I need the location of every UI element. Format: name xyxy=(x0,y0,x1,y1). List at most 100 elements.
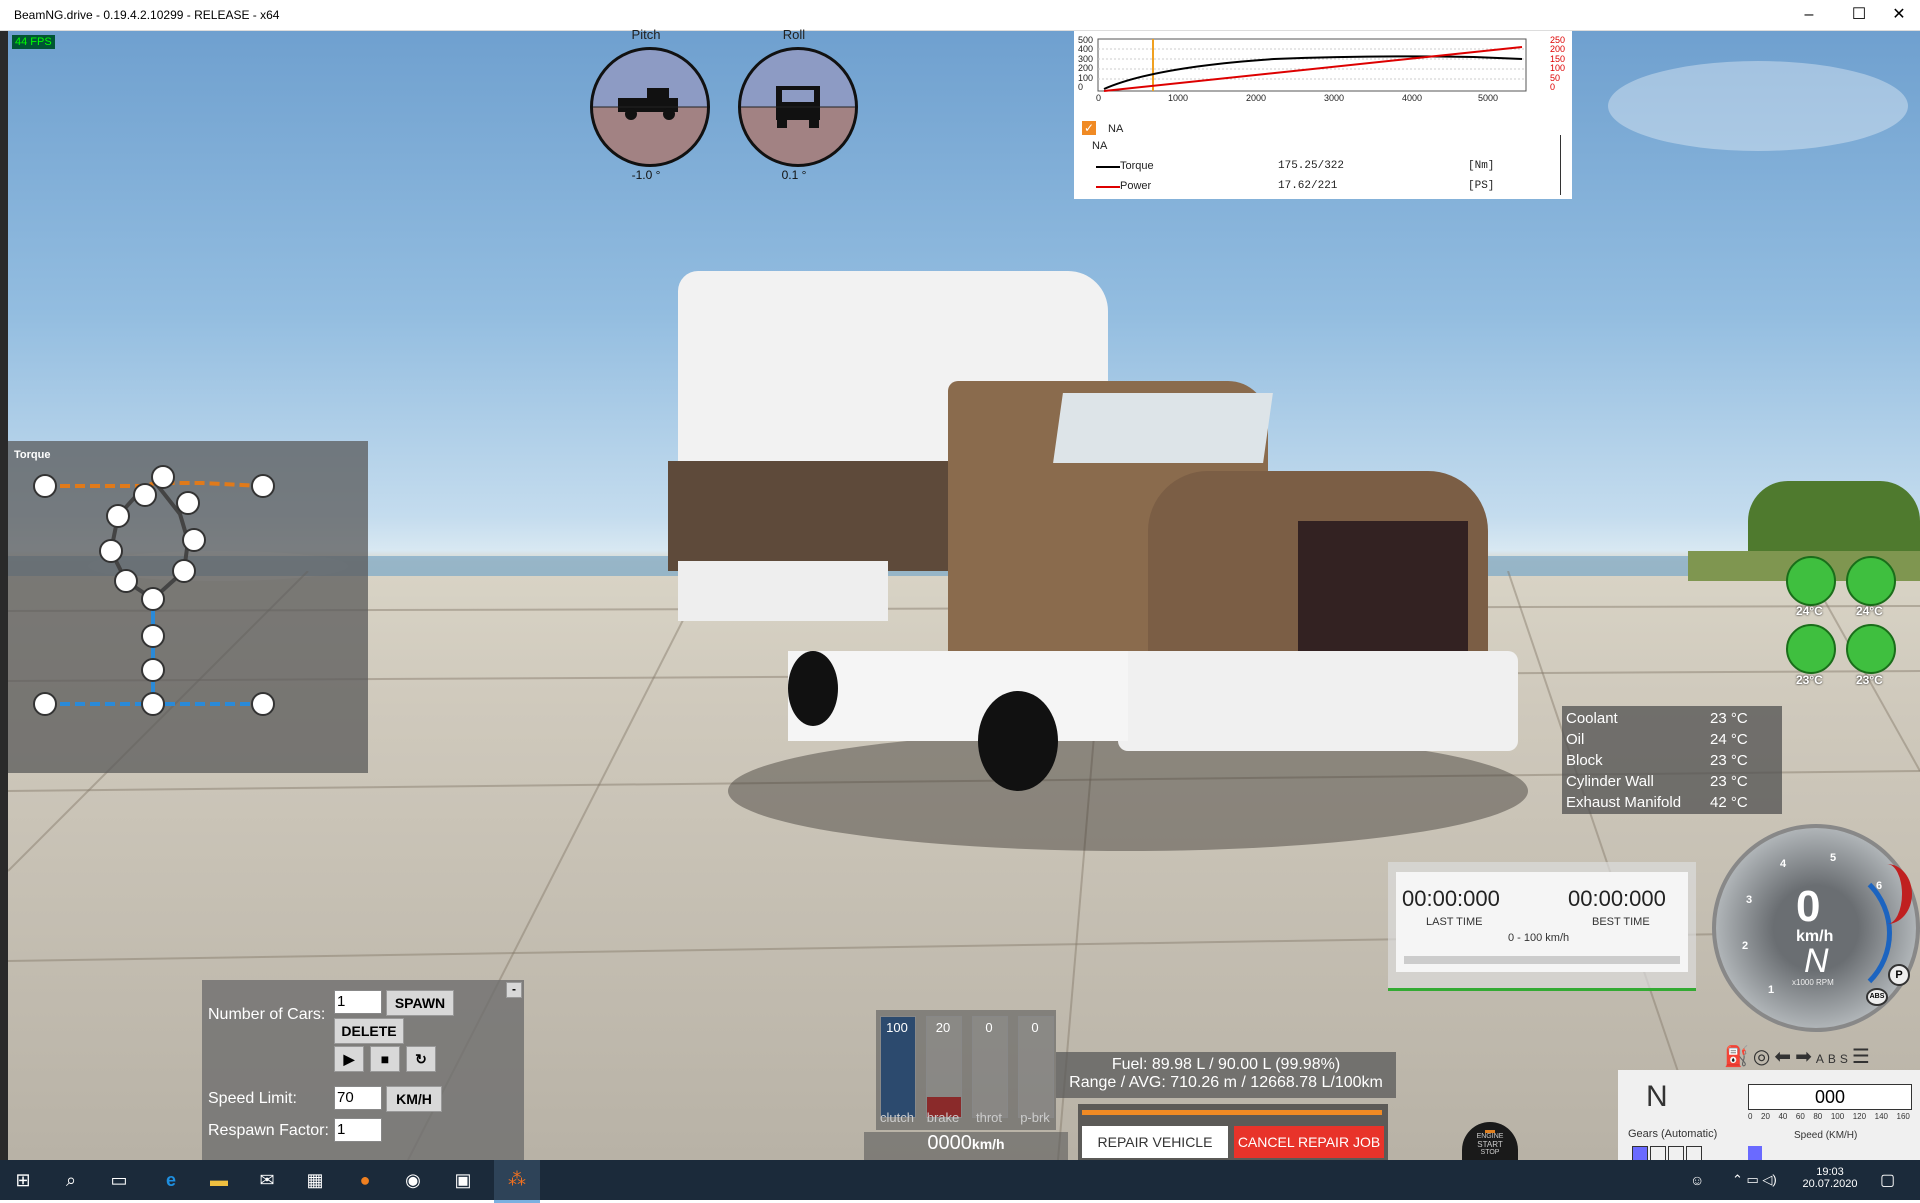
shaft-icon xyxy=(99,539,123,563)
differential-icon xyxy=(133,483,157,507)
search-icon[interactable]: ⌕ xyxy=(58,1168,84,1192)
gear-indicator: N xyxy=(1646,1080,1668,1113)
file-explorer-icon[interactable]: ▬ xyxy=(206,1168,232,1192)
parking-brake-label: p-brk xyxy=(1020,1110,1050,1125)
cars-input[interactable]: 1 xyxy=(334,990,382,1014)
clock[interactable]: 19:03 20.07.2020 xyxy=(1794,1166,1866,1190)
notification-icon[interactable]: ▢ xyxy=(1880,1170,1895,1190)
traffic-spawn-panel: - Number of Cars: 1 SPAWN DELETE ▶ ■ ↻ S… xyxy=(202,980,524,1160)
x-tick: 5000 xyxy=(1478,93,1499,103)
shift-icon xyxy=(182,528,206,552)
truck-grille xyxy=(1298,521,1468,671)
x-tick: 1000 xyxy=(1168,93,1189,103)
mail-icon[interactable]: ✉ xyxy=(254,1168,280,1192)
speed-limit-input[interactable]: 70 xyxy=(334,1086,382,1110)
task-view-icon[interactable]: ▭ xyxy=(106,1168,132,1192)
steam-icon[interactable]: ◉ xyxy=(400,1168,426,1192)
pitch-truck-icon xyxy=(593,88,707,120)
firefox-icon[interactable]: ● xyxy=(352,1168,378,1192)
right-signal-icon: ➡ xyxy=(1795,1046,1816,1068)
truck-bed xyxy=(668,461,958,571)
torque-legend-swatch xyxy=(1096,166,1120,168)
spawn-button[interactable]: SPAWN xyxy=(386,990,454,1016)
truck[interactable] xyxy=(658,271,1558,791)
differential-icon xyxy=(141,692,165,716)
pitch-gauge xyxy=(590,47,710,167)
shaft-icon xyxy=(141,658,165,682)
speed-scale: 0 20 40 60 80 100 120 140 160 xyxy=(1748,1112,1910,1121)
abs-icon: ABS xyxy=(1866,988,1888,1006)
parking-brake-value: 0 xyxy=(1031,1020,1039,1035)
cloud xyxy=(1608,61,1908,151)
minimize-button[interactable]: – xyxy=(1786,0,1832,30)
timer-progress xyxy=(1404,956,1680,964)
power-legend-swatch xyxy=(1096,186,1120,188)
roll-title: Roll xyxy=(782,27,806,42)
left-signal-icon: ⬅ xyxy=(1774,1046,1796,1068)
na-checkbox[interactable]: ✓ xyxy=(1082,121,1096,135)
timer-mode: 0 - 100 km/h xyxy=(1508,932,1570,944)
x-tick: 0 xyxy=(1096,93,1102,103)
windows-start-icon[interactable]: ⊞ xyxy=(10,1168,36,1192)
speed-limit-label: Speed Limit: xyxy=(208,1090,297,1107)
collapse-button[interactable]: - xyxy=(506,982,522,998)
last-time-label: LAST TIME xyxy=(1426,916,1483,928)
wheel-rl-icon xyxy=(33,692,57,716)
pitch-value: -1.0 ° xyxy=(631,168,661,182)
speedometer: 0 km/h N x1000 RPM 1 2 3 4 5 6 P ABS xyxy=(1712,824,1920,1040)
torque-left-ticks: 500 400 300 200 100 0 xyxy=(1078,35,1094,93)
wheel-rr-icon xyxy=(251,692,275,716)
parking-brake-icon: P xyxy=(1888,964,1910,986)
people-icon[interactable]: ☺ xyxy=(1690,1172,1704,1188)
window-title: BeamNG.drive - 0.19.4.2.10299 - RELEASE … xyxy=(14,8,280,22)
roll-gauge xyxy=(738,47,858,167)
clutch-icon xyxy=(141,624,165,648)
best-time-label: BEST TIME xyxy=(1592,916,1650,928)
fuel-icon: ⛽ xyxy=(1724,1046,1753,1068)
photos-icon[interactable]: ▣ xyxy=(450,1168,476,1192)
throttle-value: 0 xyxy=(985,1020,993,1035)
engine-label: NA xyxy=(1108,123,1124,135)
respawn-input[interactable]: 1 xyxy=(334,1118,382,1142)
wheel-fr-icon xyxy=(251,474,275,498)
speed-bar xyxy=(1748,1146,1762,1160)
tray-icons[interactable]: ⌃ ▭ ◁) xyxy=(1732,1172,1777,1188)
lights-icon: ☰ xyxy=(1851,1046,1874,1068)
respawn-label: Respawn Factor: xyxy=(208,1122,329,1139)
wheel-temp-label: 23°C xyxy=(1856,673,1883,687)
store-icon[interactable]: ▦ xyxy=(302,1168,328,1192)
close-button[interactable]: ✕ xyxy=(1876,0,1920,30)
wheel-temp-rl xyxy=(1786,624,1836,674)
wheel-temp-fr xyxy=(1846,556,1896,606)
temp-row: Oil 24 °C xyxy=(1566,731,1748,748)
power-legend-unit: [PS] xyxy=(1468,180,1495,192)
delete-button[interactable]: DELETE xyxy=(334,1018,404,1044)
clutch-label: clutch xyxy=(880,1110,914,1125)
temp-row: Exhaust Manifold 42 °C xyxy=(1566,794,1748,811)
cancel-repair-button[interactable]: CANCEL REPAIR JOB xyxy=(1234,1126,1384,1158)
repair-progress xyxy=(1082,1110,1382,1115)
repair-vehicle-button[interactable]: REPAIR VEHICLE xyxy=(1082,1126,1228,1158)
torque-legend-name: Torque xyxy=(1120,160,1154,172)
gear-speed-panel: N Gears (Automatic) 000 0 20 40 60 80 100 120 1… xyxy=(1618,1070,1920,1162)
stop-button[interactable]: ■ xyxy=(370,1046,400,1072)
reset-button[interactable]: ↻ xyxy=(406,1046,436,1072)
digital-speed: 000 xyxy=(1748,1084,1912,1110)
x-tick: 3000 xyxy=(1324,93,1345,103)
beamng-taskbar-button[interactable]: ⁂ xyxy=(494,1160,540,1203)
torque-legend-value: 175.25/322 xyxy=(1278,160,1345,172)
edge-icon[interactable]: e xyxy=(158,1168,184,1192)
speed-label: Speed (KM/H) xyxy=(1794,1130,1858,1141)
wheel-temp-rr xyxy=(1846,624,1896,674)
power-right-ticks: 250 200 150 100 50 0 xyxy=(1550,35,1566,93)
clutch-value: 100 xyxy=(886,1020,908,1035)
wheel-temp-fl xyxy=(1786,556,1836,606)
wheel-temp-label: 23°C xyxy=(1796,673,1823,687)
truck-windshield xyxy=(1053,393,1273,463)
truck-wheel-front xyxy=(978,691,1058,791)
rpm-label: x1000 RPM xyxy=(1792,978,1834,987)
play-button[interactable]: ▶ xyxy=(334,1046,364,1072)
last-time: 00:00:000 xyxy=(1402,886,1500,911)
brake-label: brake xyxy=(926,1110,960,1125)
speed-unit-button[interactable]: KM/H xyxy=(386,1086,442,1112)
